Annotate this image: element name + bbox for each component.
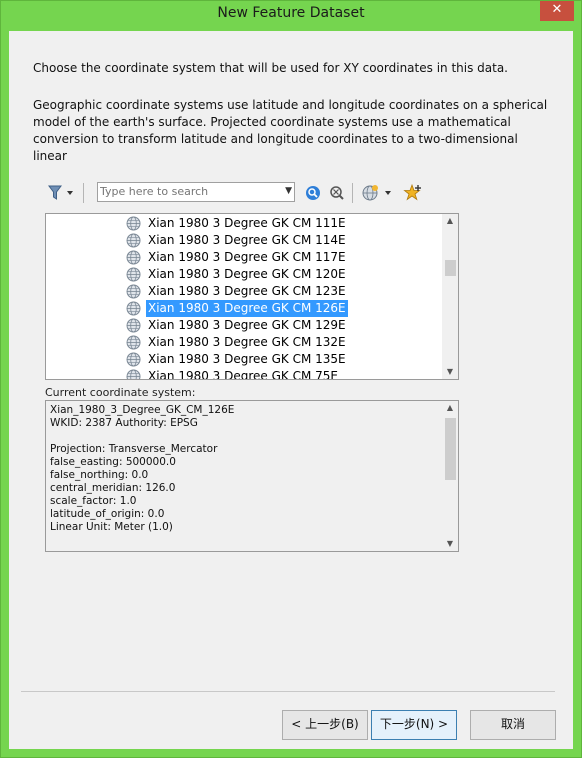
back-button[interactable]: < 上一步(B) bbox=[282, 710, 368, 740]
tree-item-label: Xian 1980 3 Degree GK CM 114E bbox=[148, 233, 346, 247]
search-combo[interactable]: ▼ bbox=[97, 182, 295, 202]
dialog-body: Choose the coordinate system that will b… bbox=[9, 31, 573, 749]
footer-divider bbox=[21, 691, 555, 692]
clear-search-icon[interactable] bbox=[327, 183, 347, 203]
globe-icon bbox=[126, 369, 141, 379]
details-text: Xian_1980_3_Degree_GK_CM_126E WKID: 2387 … bbox=[50, 404, 234, 534]
close-button[interactable]: ✕ bbox=[540, 1, 574, 21]
toolbar-separator bbox=[352, 183, 353, 203]
tree-item-label: Xian 1980 3 Degree GK CM 129E bbox=[148, 318, 346, 332]
details-line: scale_factor: 1.0 bbox=[50, 495, 137, 507]
intro-text-2: Geographic coordinate systems use latitu… bbox=[33, 98, 548, 163]
search-go-icon[interactable] bbox=[303, 183, 323, 203]
tree-item-label: Xian 1980 3 Degree GK CM 126E bbox=[146, 300, 348, 317]
details-scrollbar[interactable]: ▲ ▼ bbox=[442, 401, 458, 551]
window-title: New Feature Dataset bbox=[217, 5, 365, 21]
tree-item-label: Xian 1980 3 Degree GK CM 75E bbox=[148, 369, 339, 380]
globe-icon bbox=[126, 318, 141, 333]
title-bar[interactable]: New Feature Dataset ✕ bbox=[1, 1, 581, 29]
coordinate-system-tree[interactable]: Xian 1980 3 Degree GK CM 111E Xian 1980 3… bbox=[45, 213, 459, 380]
dialog-window: New Feature Dataset ✕ Choose the coordin… bbox=[0, 0, 582, 758]
globe-icon bbox=[126, 216, 141, 231]
tree-scrollbar[interactable]: ▲ ▼ bbox=[442, 214, 458, 379]
filter-icon[interactable] bbox=[47, 184, 75, 202]
globe-icon bbox=[126, 335, 141, 350]
tree-item-label: Xian 1980 3 Degree GK CM 117E bbox=[148, 250, 346, 264]
scroll-thumb[interactable] bbox=[445, 418, 456, 480]
details-line: Xian_1980_3_Degree_GK_CM_126E bbox=[50, 404, 235, 416]
globe-icon bbox=[126, 352, 141, 367]
tree-item-label: Xian 1980 3 Degree GK CM 120E bbox=[148, 267, 346, 281]
tree-item-label: Xian 1980 3 Degree GK CM 132E bbox=[148, 335, 346, 349]
scroll-down-icon[interactable]: ▼ bbox=[442, 365, 458, 379]
globe-add-icon[interactable] bbox=[361, 183, 395, 203]
globe-icon bbox=[126, 301, 141, 316]
tree-item-label: Xian 1980 3 Degree GK CM 123E bbox=[148, 284, 346, 298]
details-line bbox=[50, 430, 234, 443]
details-line: false_northing: 0.0 bbox=[50, 469, 149, 481]
details-line: Projection: Transverse_Mercator bbox=[50, 443, 218, 455]
next-button[interactable]: 下一步(N) > bbox=[371, 710, 457, 740]
scroll-up-icon[interactable]: ▲ bbox=[442, 401, 458, 415]
favorites-star-icon[interactable] bbox=[403, 183, 423, 203]
current-system-label: Current coordinate system: bbox=[45, 386, 196, 399]
details-line: WKID: 2387 Authority: EPSG bbox=[50, 417, 198, 429]
cancel-button[interactable]: 取消 bbox=[470, 710, 556, 740]
details-line: latitude_of_origin: 0.0 bbox=[50, 508, 165, 520]
intro-text-1: Choose the coordinate system that will b… bbox=[33, 61, 508, 75]
globe-icon bbox=[126, 250, 141, 265]
scroll-up-icon[interactable]: ▲ bbox=[442, 214, 458, 228]
tree-item-label: Xian 1980 3 Degree GK CM 135E bbox=[148, 352, 346, 366]
details-line: false_easting: 500000.0 bbox=[50, 456, 176, 468]
tree-item-label: Xian 1980 3 Degree GK CM 111E bbox=[148, 216, 346, 230]
search-input[interactable] bbox=[100, 184, 272, 199]
globe-icon bbox=[126, 233, 141, 248]
search-dropdown-icon[interactable]: ▼ bbox=[285, 186, 292, 196]
globe-icon bbox=[126, 267, 141, 282]
toolbar-separator bbox=[83, 183, 84, 203]
scroll-down-icon[interactable]: ▼ bbox=[442, 537, 458, 551]
globe-icon bbox=[126, 284, 141, 299]
details-line: Linear Unit: Meter (1.0) bbox=[50, 521, 173, 533]
scroll-thumb[interactable] bbox=[445, 260, 456, 276]
current-system-details[interactable]: Xian_1980_3_Degree_GK_CM_126E WKID: 2387 … bbox=[45, 400, 459, 552]
details-line: central_meridian: 126.0 bbox=[50, 482, 176, 494]
